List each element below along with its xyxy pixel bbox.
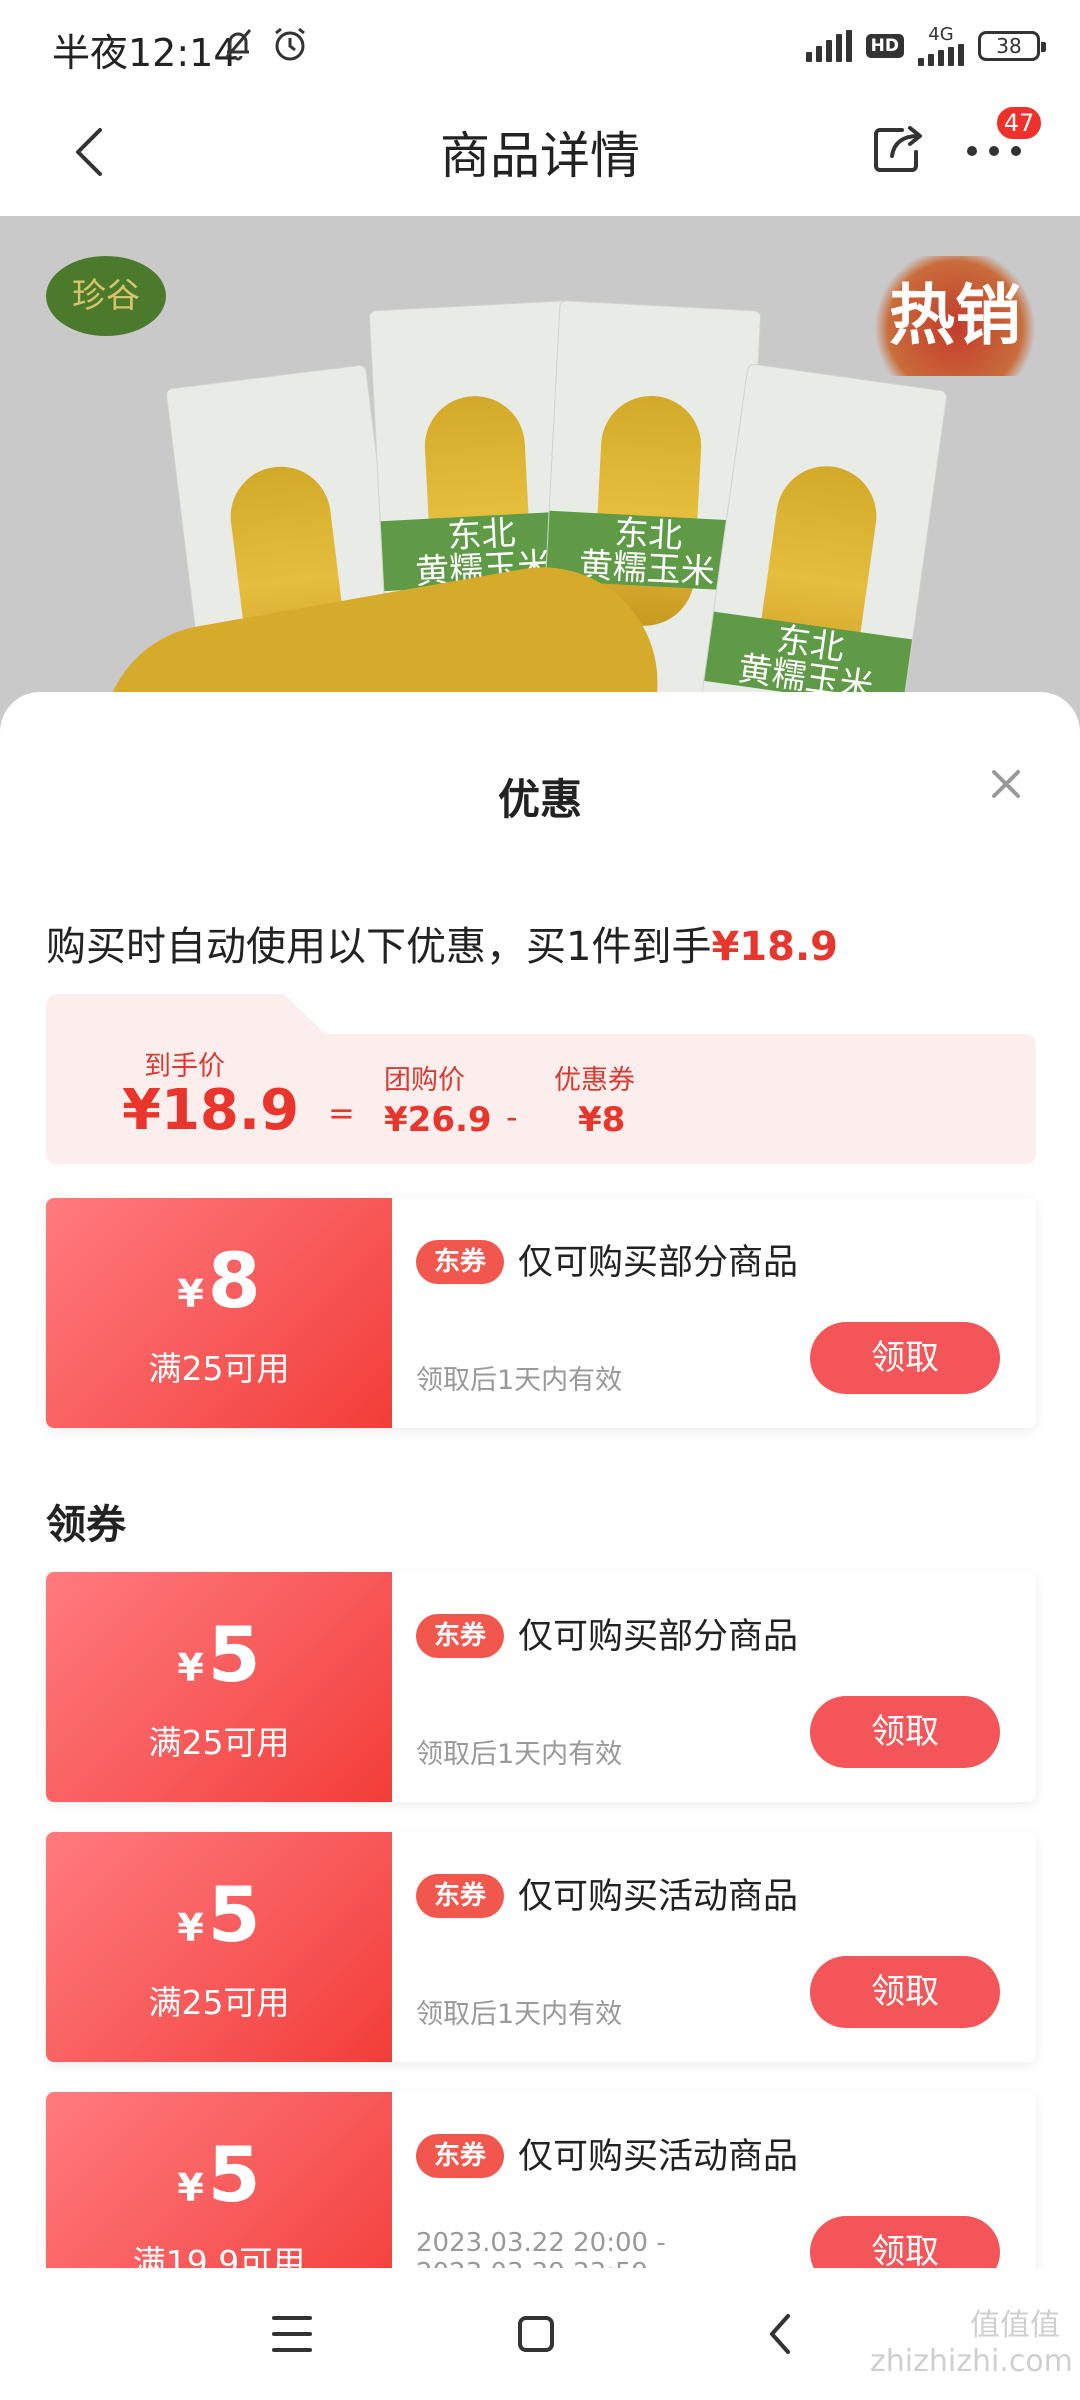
currency-symbol: ¥: [177, 1646, 204, 1690]
hd-badge: HD: [865, 34, 904, 58]
signal-icon: [805, 30, 852, 62]
section-title-coupons: 领券: [46, 1502, 126, 1548]
claim-button[interactable]: 领取: [810, 1696, 1000, 1768]
summary-text: 购买时自动使用以下优惠，买1件到手: [46, 924, 712, 970]
coupon-value: 5: [207, 1870, 261, 1959]
close-icon[interactable]: [986, 764, 1026, 804]
coupon-amount-panel: ¥5 满25可用: [46, 1572, 392, 1802]
group-price-value: ¥26.9: [384, 1100, 492, 1140]
coupon-amount: ¥5: [46, 1610, 392, 1713]
status-left-icons: [218, 24, 310, 64]
status-time: 半夜12:14: [52, 31, 238, 75]
coupon-validity: 领取后1天内有效: [416, 1999, 623, 2030]
battery-level: 38: [996, 34, 1022, 58]
equals-sign: =: [328, 1094, 355, 1132]
coupon-condition: 满25可用: [148, 1983, 290, 2022]
claim-button[interactable]: 领取: [810, 1956, 1000, 2028]
minus-sign: -: [506, 1098, 518, 1136]
coupon-card: ¥5 满25可用 东券 仅可购买部分商品 领取后1天内有效 领取: [46, 1572, 1036, 1802]
currency-symbol: ¥: [177, 1906, 204, 1950]
battery-icon: 38: [978, 31, 1046, 61]
signal-4g-icon: [918, 44, 964, 66]
coupon-amount: ¥5: [46, 2130, 392, 2233]
currency-symbol: ¥: [177, 1272, 204, 1316]
applied-coupon-card: ¥8 满25可用 东券 仅可购买部分商品 领取后1天内有效 领取: [46, 1198, 1036, 1428]
hot-sale-label: 热销: [870, 256, 1040, 376]
coupon-discount-value: ¥8: [578, 1100, 626, 1140]
coupon-type-tag: 东券: [416, 2134, 504, 2178]
network-type: 4G: [928, 24, 954, 45]
coupon-type-tag: 东券: [416, 1240, 504, 1284]
watermark: 值值值 zhizhizhi.com: [870, 2308, 1073, 2379]
claim-button[interactable]: 领取: [810, 1322, 1000, 1394]
discount-summary: 购买时自动使用以下优惠，买1件到手¥18.9: [46, 914, 838, 972]
coupon-validity: 2023.03.22 20:00 - 2023.03.29 23:59: [416, 2228, 666, 2268]
coupon-condition: 满25可用: [148, 1349, 290, 1388]
currency-symbol: ¥: [177, 2166, 204, 2210]
top-nav-bar: 商品详情 47: [0, 96, 1080, 216]
coupon-validity: 领取后1天内有效: [416, 1365, 623, 1396]
network-indicator: 4G: [918, 26, 964, 66]
coupon-amount: ¥5: [46, 1870, 392, 1973]
coupon-description: 仅可购买活动商品: [518, 1877, 799, 1917]
bell-off-icon: [224, 29, 252, 61]
coupon-type-tag: 东券: [416, 1614, 504, 1658]
group-price-label: 团购价: [384, 1065, 465, 1096]
summary-price: ¥18.9: [711, 924, 838, 970]
coupon-condition: 满25可用: [148, 1723, 290, 1762]
coupon-validity: 领取后1天内有效: [416, 1739, 623, 1770]
final-price-value: ¥18.9: [122, 1078, 300, 1143]
status-bar: 半夜12:14 HD 4G 38: [0, 0, 1080, 96]
coupon-description: 仅可购买活动商品: [518, 2137, 799, 2177]
home-square-icon[interactable]: [476, 2268, 596, 2400]
coupon-amount-panel: ¥5 满19.9可用: [46, 2092, 392, 2268]
coupon-amount-panel: ¥8 满25可用: [46, 1198, 392, 1428]
coupon-amount-panel: ¥5 满25可用: [46, 1832, 392, 2062]
product-image[interactable]: 珍谷 东北 黄糯玉米 东北 黄糯玉米 东北 黄糯玉米 热销: [0, 216, 1080, 736]
brand-logo: 珍谷: [46, 256, 166, 336]
coupon-value: 5: [207, 2130, 261, 2219]
discount-sheet: 优惠 购买时自动使用以下优惠，买1件到手¥18.9 到手价 ¥18.9 = 团购…: [0, 692, 1080, 2268]
price-calculation: 到手价 ¥18.9 = 团购价 ¥26.9 - 优惠券 ¥8: [46, 1034, 1036, 1164]
status-right-icons: HD 4G 38: [805, 26, 1046, 66]
notification-badge: 47: [994, 104, 1044, 142]
menu-icon[interactable]: [232, 2268, 352, 2400]
coupon-type-tag: 东券: [416, 1874, 504, 1918]
coupon-card: ¥5 满25可用 东券 仅可购买活动商品 领取后1天内有效 领取: [46, 1832, 1036, 2062]
coupon-discount-label: 优惠券: [554, 1065, 635, 1096]
share-icon[interactable]: [868, 118, 928, 178]
coupon-value: 5: [207, 1610, 261, 1699]
coupon-amount: ¥8: [46, 1236, 392, 1339]
coupon-description: 仅可购买部分商品: [518, 1243, 799, 1283]
coupon-condition: 满19.9可用: [132, 2243, 306, 2268]
alarm-icon: [275, 27, 305, 61]
back-nav-icon[interactable]: [720, 2268, 840, 2400]
sheet-title: 优惠: [497, 775, 582, 824]
coupon-card: ¥5 满19.9可用 东券 仅可购买活动商品 2023.03.22 20:00 …: [46, 2092, 1036, 2268]
claim-button[interactable]: 领取: [810, 2216, 1000, 2268]
coupon-description: 仅可购买部分商品: [518, 1617, 799, 1657]
coupon-value: 8: [207, 1236, 261, 1325]
